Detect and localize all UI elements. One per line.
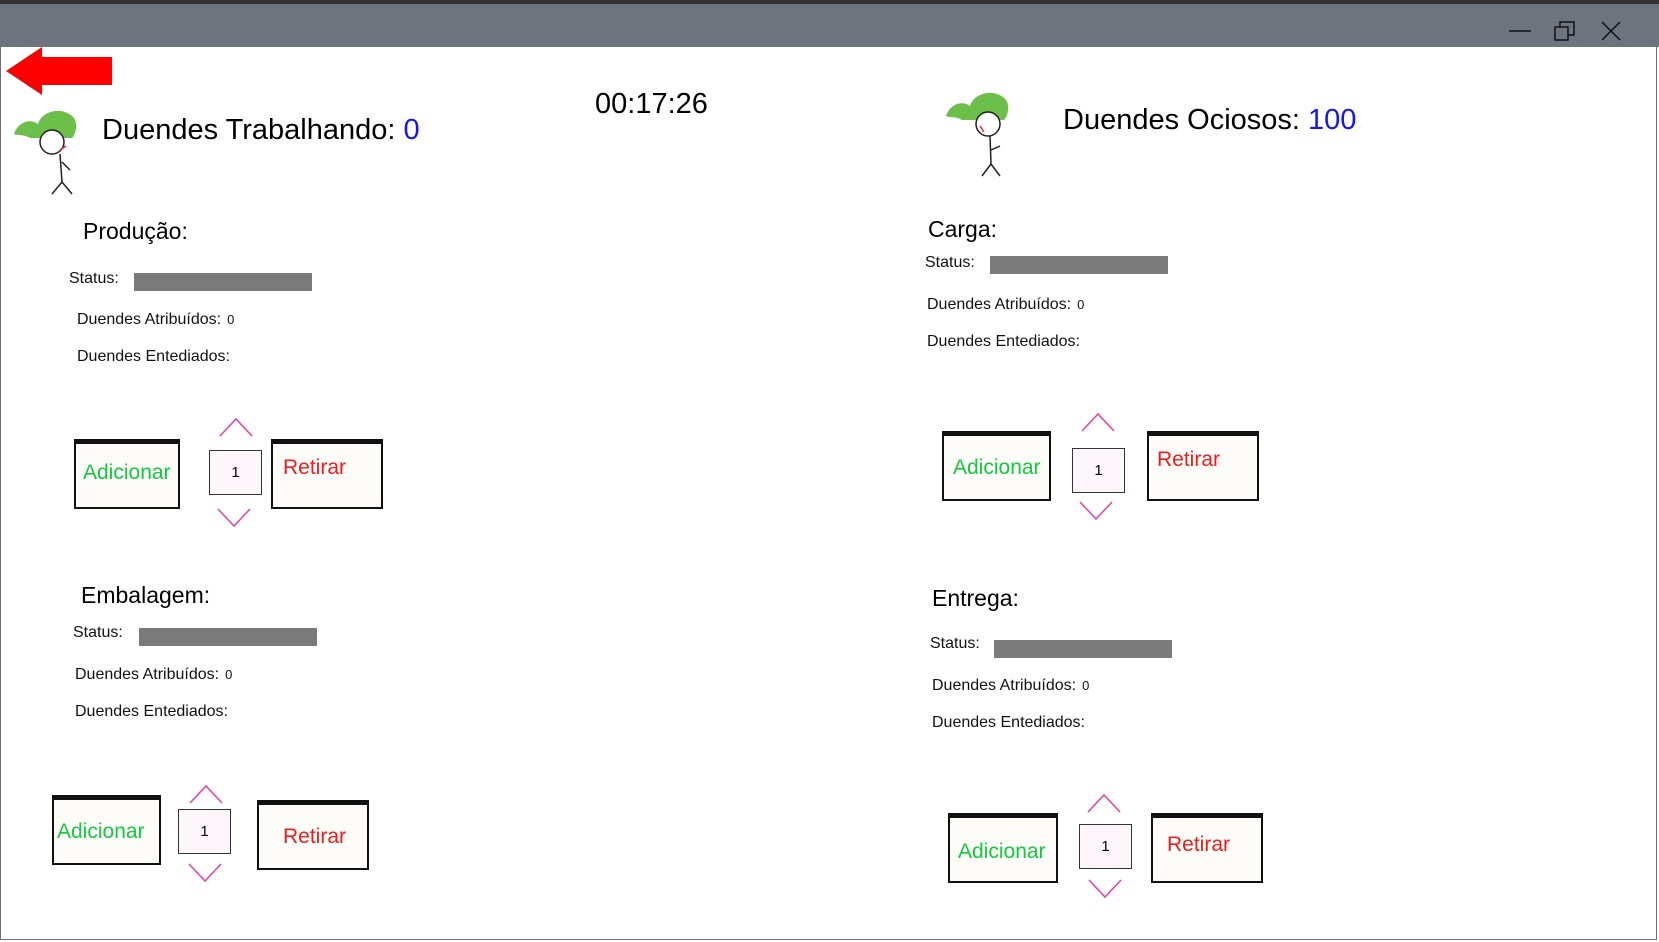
assigned-label: Duendes Atribuídos: bbox=[927, 296, 1072, 313]
working-counter: Duendes Trabalhando: 0 bbox=[102, 114, 420, 147]
add-button-label: Adicionar bbox=[958, 840, 1046, 863]
assigned-value: 0 bbox=[1077, 297, 1085, 312]
section-title: Embalagem: bbox=[81, 582, 211, 608]
working-label: Duendes Trabalhando: bbox=[102, 114, 396, 146]
remove-button-label: Retirar bbox=[283, 456, 347, 479]
remove-button-label: Retirar bbox=[1167, 833, 1231, 856]
status-bar bbox=[994, 640, 1172, 658]
chevron-up-icon[interactable] bbox=[1086, 792, 1122, 814]
status-label: Status: bbox=[73, 624, 123, 641]
assigned-value: 0 bbox=[225, 667, 233, 682]
idle-label: Duendes Ociosos: bbox=[1063, 104, 1300, 136]
section-title: Entrega: bbox=[932, 585, 1019, 611]
status-label: Status: bbox=[930, 635, 980, 652]
chevron-up-icon[interactable] bbox=[218, 416, 254, 438]
status-bar bbox=[139, 628, 317, 646]
assigned-row: Duendes Atribuídos: 0 bbox=[927, 296, 1084, 314]
bored-label: Duendes Entediados: bbox=[75, 703, 228, 720]
chevron-down-icon[interactable] bbox=[187, 862, 223, 884]
status-label: Status: bbox=[69, 270, 119, 287]
chevron-up-icon[interactable] bbox=[1080, 411, 1116, 433]
add-button[interactable]: Adicionar bbox=[948, 813, 1058, 883]
assigned-label: Duendes Atribuídos: bbox=[77, 311, 222, 328]
bored-label: Duendes Entediados: bbox=[932, 714, 1085, 731]
remove-button-label: Retirar bbox=[283, 825, 347, 848]
add-button-label: Adicionar bbox=[57, 820, 145, 843]
add-button-label: Adicionar bbox=[83, 461, 171, 484]
add-button[interactable]: Adicionar bbox=[942, 431, 1051, 501]
quantity-input[interactable]: 1 bbox=[209, 450, 262, 495]
chevron-down-icon[interactable] bbox=[1078, 500, 1114, 522]
section-title: Carga: bbox=[928, 216, 998, 242]
chevron-up-icon[interactable] bbox=[188, 783, 224, 805]
status-bar bbox=[134, 273, 312, 291]
bored-label: Duendes Entediados: bbox=[927, 333, 1080, 350]
elf-working-icon bbox=[14, 110, 77, 195]
section-title: Produção: bbox=[83, 218, 188, 244]
chevron-down-icon[interactable] bbox=[216, 507, 252, 529]
remove-button[interactable]: Retirar bbox=[271, 439, 383, 509]
assigned-label: Duendes Atribuídos: bbox=[932, 677, 1077, 694]
elf-idle-icon bbox=[946, 92, 1009, 177]
assigned-row: Duendes Atribuídos: 0 bbox=[75, 666, 232, 684]
restore-icon[interactable] bbox=[1552, 18, 1578, 44]
add-button-label: Adicionar bbox=[953, 456, 1041, 479]
status-bar bbox=[990, 256, 1168, 274]
remove-button-label: Retirar bbox=[1157, 448, 1221, 471]
assigned-value: 0 bbox=[1082, 678, 1090, 693]
status-label: Status: bbox=[925, 254, 975, 271]
working-count: 0 bbox=[403, 114, 420, 146]
idle-counter: Duendes Ociosos: 100 bbox=[1063, 104, 1356, 137]
close-icon[interactable] bbox=[1598, 18, 1624, 44]
minimize-icon[interactable] bbox=[1507, 18, 1533, 44]
title-bar bbox=[0, 0, 1659, 47]
assigned-value: 0 bbox=[227, 312, 235, 327]
add-button[interactable]: Adicionar bbox=[52, 795, 161, 865]
assigned-row: Duendes Atribuídos: 0 bbox=[932, 677, 1089, 695]
remove-button[interactable]: Retirar bbox=[1151, 813, 1263, 883]
add-button[interactable]: Adicionar bbox=[74, 439, 180, 509]
quantity-input[interactable]: 1 bbox=[1079, 824, 1132, 869]
assigned-row: Duendes Atribuídos: 0 bbox=[77, 311, 234, 329]
quantity-input[interactable]: 1 bbox=[1072, 448, 1125, 493]
chevron-down-icon[interactable] bbox=[1087, 878, 1123, 900]
remove-button[interactable]: Retirar bbox=[257, 800, 369, 870]
back-arrow-icon[interactable] bbox=[6, 47, 114, 95]
idle-count: 100 bbox=[1308, 104, 1357, 136]
quantity-input[interactable]: 1 bbox=[178, 809, 231, 854]
remove-button[interactable]: Retirar bbox=[1147, 431, 1259, 501]
bored-label: Duendes Entediados: bbox=[77, 348, 230, 365]
timer: 00:17:26 bbox=[595, 88, 708, 120]
assigned-label: Duendes Atribuídos: bbox=[75, 666, 220, 683]
